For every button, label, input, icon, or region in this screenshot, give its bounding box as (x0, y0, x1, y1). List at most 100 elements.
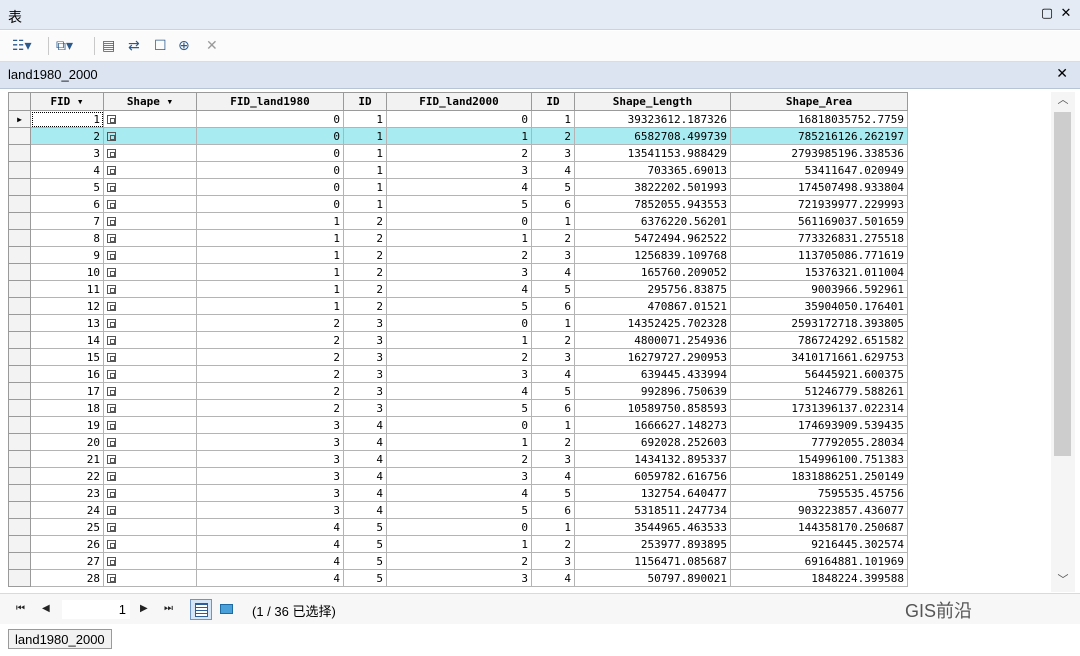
table-cell[interactable]: 9003966.592961 (730, 280, 908, 298)
table-row[interactable]: 9 1 2 2 3 1256839.109768 113705086.771619 (8, 246, 908, 264)
table-cell[interactable]: 6582708.499739 (574, 127, 731, 145)
row-selector[interactable] (8, 399, 31, 417)
table-cell[interactable]: 4 (531, 161, 575, 179)
table-cell[interactable]: 1 (196, 212, 344, 230)
table-cell[interactable]: 2 (531, 127, 575, 145)
table-cell[interactable]: 2 (196, 382, 344, 400)
table-cell[interactable]: 6 (531, 195, 575, 213)
table-cell[interactable]: 3 (386, 365, 532, 383)
shape-cell[interactable] (103, 246, 197, 264)
shape-cell[interactable] (103, 331, 197, 349)
table-row[interactable]: 27 4 5 2 3 1156471.085687 69164881.101969 (8, 552, 908, 570)
table-row[interactable]: 7 1 2 0 1 6376220.56201 561169037.501659 (8, 212, 908, 230)
scroll-down-icon[interactable]: ﹀ (1051, 572, 1075, 588)
table-cell[interactable]: 1 (386, 433, 532, 451)
table-cell[interactable]: 2 (196, 365, 344, 383)
row-selector[interactable] (8, 433, 31, 451)
shape-cell[interactable] (103, 501, 197, 519)
table-row[interactable]: 2 0 1 1 2 6582708.499739 785216126.262197 (8, 127, 908, 145)
table-row[interactable]: 5 0 1 4 5 3822202.501993 174507498.933804 (8, 178, 908, 196)
close-window-icon[interactable]: ✕ (1059, 7, 1073, 21)
table-cell[interactable]: 51246779.588261 (730, 382, 908, 400)
table-cell[interactable]: 3 (343, 382, 387, 400)
table-cell[interactable]: 721939977.229993 (730, 195, 908, 213)
table-cell[interactable]: 132754.640477 (574, 484, 731, 502)
table-cell[interactable]: 1156471.085687 (574, 552, 731, 570)
table-cell[interactable]: 3 (196, 416, 344, 434)
shape-cell[interactable] (103, 365, 197, 383)
table-cell[interactable]: 1731396137.022314 (730, 399, 908, 417)
table-cell[interactable]: 2 (196, 399, 344, 417)
table-cell[interactable]: 5 (343, 552, 387, 570)
delete-selected-icon[interactable]: ✕ (206, 37, 218, 55)
table-cell[interactable]: 5318511.247734 (574, 501, 731, 519)
shape-cell[interactable] (103, 297, 197, 315)
table-cell[interactable]: 0 (386, 416, 532, 434)
scrollbar-thumb[interactable] (1054, 112, 1071, 456)
next-record-icon[interactable]: ▶ (140, 601, 148, 617)
table-cell[interactable]: 7852055.943553 (574, 195, 731, 213)
table-cell[interactable]: 9216445.302574 (730, 535, 908, 553)
table-cell[interactable]: 15 (30, 348, 104, 366)
table-cell[interactable]: 9 (30, 246, 104, 264)
table-cell[interactable]: 56445921.600375 (730, 365, 908, 383)
table-cell[interactable]: 703365.69013 (574, 161, 731, 179)
table-cell[interactable]: 1 (196, 263, 344, 281)
table-cell[interactable]: 5 (531, 382, 575, 400)
table-cell[interactable]: 3 (30, 144, 104, 162)
table-cell[interactable]: 2 (343, 212, 387, 230)
table-cell[interactable]: 3 (386, 161, 532, 179)
show-all-records-button[interactable] (190, 599, 212, 620)
table-cell[interactable]: 470867.01521 (574, 297, 731, 315)
table-row[interactable]: 20 3 4 1 2 692028.252603 77792055.28034 (8, 433, 908, 451)
table-cell[interactable]: 5 (531, 280, 575, 298)
table-cell[interactable]: 0 (196, 195, 344, 213)
row-selector[interactable] (8, 552, 31, 570)
column-header-fid[interactable]: FID ▾ (30, 92, 104, 111)
table-cell[interactable]: 77792055.28034 (730, 433, 908, 451)
table-row[interactable]: 4 0 1 3 4 703365.69013 53411647.020949 (8, 161, 908, 179)
row-selector[interactable] (8, 144, 31, 162)
row-selector[interactable] (8, 416, 31, 434)
table-cell[interactable]: 1 (531, 314, 575, 332)
table-cell[interactable]: 5472494.962522 (574, 229, 731, 247)
row-selector[interactable] (8, 348, 31, 366)
table-cell[interactable]: 22 (30, 467, 104, 485)
row-selector[interactable] (8, 263, 31, 281)
table-cell[interactable]: 1434132.895337 (574, 450, 731, 468)
table-cell[interactable]: 1 (30, 110, 104, 128)
table-cell[interactable]: 0 (196, 178, 344, 196)
table-cell[interactable]: 4 (196, 569, 344, 587)
table-cell[interactable]: 4 (343, 450, 387, 468)
shape-cell[interactable] (103, 382, 197, 400)
table-cell[interactable]: 1 (386, 127, 532, 145)
table-cell[interactable]: 1 (343, 110, 387, 128)
shape-cell[interactable] (103, 569, 197, 587)
table-row[interactable]: 10 1 2 3 4 165760.209052 15376321.011004 (8, 263, 908, 281)
table-cell[interactable]: 0 (386, 314, 532, 332)
table-cell[interactable]: 1256839.109768 (574, 246, 731, 264)
shape-cell[interactable] (103, 127, 197, 145)
row-selector[interactable] (8, 161, 31, 179)
clear-selection-icon[interactable]: ☐ (154, 37, 167, 55)
table-cell[interactable]: 5 (343, 518, 387, 536)
table-row[interactable]: 15 2 3 2 3 16279727.290953 3410171661.629753 (8, 348, 908, 366)
table-cell[interactable]: 3 (196, 501, 344, 519)
table-cell[interactable]: 20 (30, 433, 104, 451)
shape-cell[interactable] (103, 484, 197, 502)
table-cell[interactable]: 25 (30, 518, 104, 536)
table-cell[interactable]: 3 (343, 331, 387, 349)
restore-icon[interactable]: ▢ (1040, 7, 1054, 21)
table-cell[interactable]: 4 (343, 467, 387, 485)
shape-cell[interactable] (103, 212, 197, 230)
row-selector[interactable] (8, 501, 31, 519)
table-row[interactable]: 3 0 1 2 3 13541153.988429 2793985196.338536 (8, 144, 908, 162)
table-cell[interactable]: 165760.209052 (574, 263, 731, 281)
table-cell[interactable]: 2 (196, 314, 344, 332)
row-selector[interactable] (8, 246, 31, 264)
row-selector[interactable] (8, 195, 31, 213)
shape-cell[interactable] (103, 178, 197, 196)
shape-cell[interactable] (103, 399, 197, 417)
table-cell[interactable]: 4 (386, 280, 532, 298)
table-cell[interactable]: 18 (30, 399, 104, 417)
